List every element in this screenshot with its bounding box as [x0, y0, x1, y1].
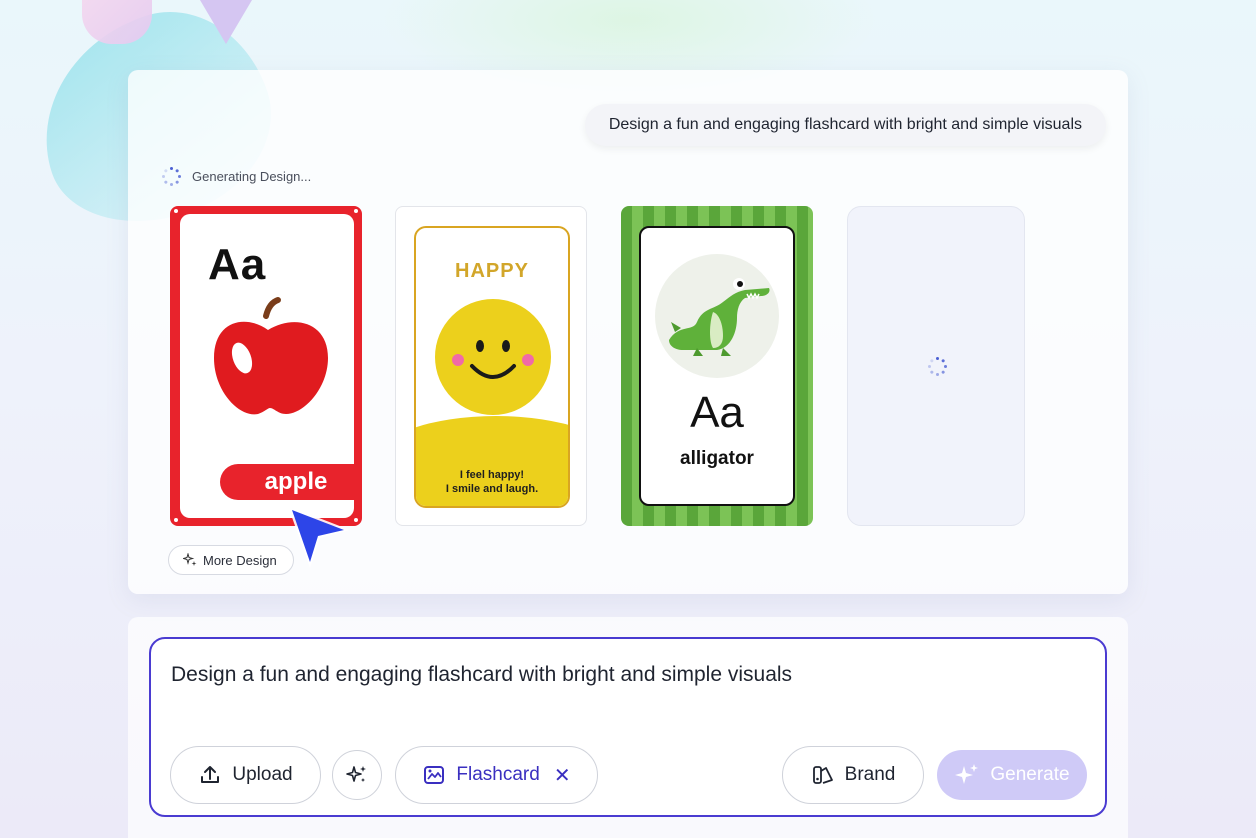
prompt-input[interactable]: Design a fun and engaging flashcard with…	[171, 663, 1085, 687]
brand-label: Brand	[844, 764, 896, 785]
background-triangle	[200, 0, 252, 44]
card-face: Aa apple	[180, 214, 362, 518]
card-face: Aa alligator	[639, 226, 795, 506]
generating-status: Generating Design...	[160, 165, 311, 187]
caption-line: I smile and laugh.	[445, 483, 539, 495]
alligator-icon	[655, 254, 779, 378]
more-design-label: More Design	[203, 552, 277, 568]
caption-line: I feel happy!	[459, 469, 525, 481]
spinner-icon	[926, 355, 948, 377]
more-design-button[interactable]: More Design	[168, 545, 294, 575]
smiley-icon	[435, 299, 551, 415]
card-face: HAPPY I feel happy! I smile and laugh.	[414, 226, 570, 508]
flashcard-chip[interactable]: Flashcard ✕	[395, 746, 598, 804]
upload-label: Upload	[232, 764, 293, 785]
card-caption: I feel happy! I smile and laugh.	[416, 468, 568, 496]
corner-dot	[174, 209, 178, 213]
design-card-apple[interactable]: Aa apple	[170, 206, 362, 526]
card-word: alligator	[680, 448, 754, 469]
design-card-happy[interactable]: HAPPY I feel happy! I smile and laugh.	[395, 206, 587, 526]
close-icon[interactable]: ✕	[554, 763, 571, 788]
upload-icon	[201, 766, 220, 783]
brand-button[interactable]: Brand	[782, 746, 924, 804]
generate-button[interactable]: Generate	[937, 750, 1087, 800]
flashcard-icon	[424, 766, 445, 784]
composer-panel: Design a fun and engaging flashcard with…	[128, 617, 1128, 838]
sparkle-icon	[955, 764, 979, 784]
design-card-loading	[847, 206, 1025, 526]
magic-prompt-button[interactable]	[332, 750, 382, 800]
card-letters: Aa	[208, 240, 267, 289]
prompt-bubble: Design a fun and engaging flashcard with…	[584, 104, 1106, 146]
apple-icon	[214, 297, 328, 415]
corner-dot	[354, 209, 358, 213]
card-title: HAPPY	[455, 260, 529, 282]
brand-icon	[812, 766, 833, 784]
design-preview-panel: Design a fun and engaging flashcard with…	[128, 70, 1128, 594]
card-letters: Aa	[690, 388, 744, 437]
generating-label: Generating Design...	[192, 168, 312, 184]
flashcard-label: Flashcard	[456, 764, 540, 785]
design-card-alligator[interactable]: Aa alligator	[621, 206, 813, 526]
background-shape	[82, 0, 152, 44]
card-word: apple	[220, 464, 362, 500]
upload-button[interactable]: Upload	[170, 746, 321, 804]
corner-dot	[174, 518, 178, 522]
generate-label: Generate	[990, 764, 1070, 785]
prompt-composer: Design a fun and engaging flashcard with…	[149, 637, 1107, 817]
cursor-icon	[288, 506, 350, 568]
magic-icon	[346, 766, 366, 782]
sparkle-icon	[183, 553, 197, 566]
spinner-icon	[160, 165, 182, 187]
